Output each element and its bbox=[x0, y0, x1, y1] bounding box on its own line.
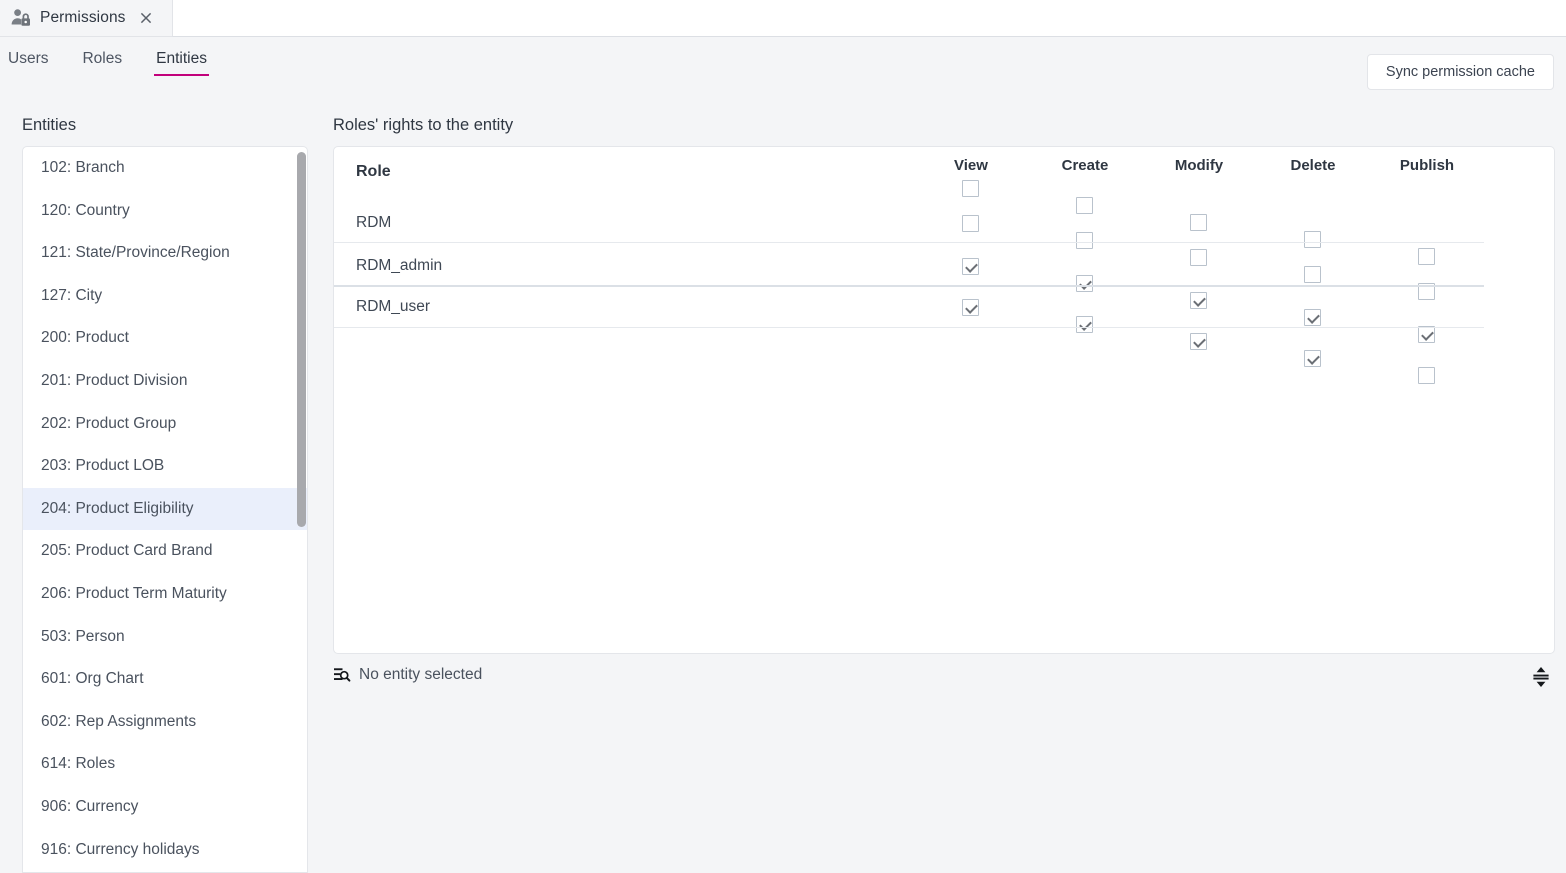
entity-list-item[interactable]: 121: State/Province/Region bbox=[23, 232, 307, 275]
row-separator bbox=[334, 327, 1484, 328]
role-name-cell: RDM_user bbox=[356, 298, 431, 315]
entity-list-item[interactable]: 916: Currency holidays bbox=[23, 829, 307, 872]
tab-roles[interactable]: Roles bbox=[82, 50, 122, 76]
entity-list-item[interactable]: 203: Product LOB bbox=[23, 445, 307, 488]
entity-list-item-label: 202: Product Group bbox=[41, 414, 177, 432]
table-row[interactable]: RDM_admin bbox=[334, 246, 1554, 343]
column-header-label: Modify bbox=[1174, 157, 1224, 174]
entity-list-item[interactable]: 127: City bbox=[23, 275, 307, 318]
app-tab-title: Permissions bbox=[40, 9, 126, 26]
entity-list-item-label: 121: State/Province/Region bbox=[41, 244, 230, 262]
permission-checkbox-view[interactable] bbox=[962, 215, 979, 232]
row-separator bbox=[334, 242, 1484, 243]
vertical-resize-icon[interactable] bbox=[1531, 666, 1551, 688]
entity-list-item[interactable]: 202: Product Group bbox=[23, 403, 307, 446]
tab-users[interactable]: Users bbox=[8, 50, 48, 76]
entity-list-item-label: 205: Product Card Brand bbox=[41, 542, 213, 560]
entity-list-item[interactable]: 205: Product Card Brand bbox=[23, 530, 307, 573]
tab-users-label: Users bbox=[8, 50, 49, 67]
column-header-role: Role bbox=[356, 163, 391, 180]
entity-list-item[interactable]: 614: Roles bbox=[23, 743, 307, 786]
permission-checkbox-modify[interactable] bbox=[1190, 333, 1207, 350]
entity-list-item-label: 127: City bbox=[41, 286, 103, 304]
entity-list-item[interactable]: 201: Product Division bbox=[23, 360, 307, 403]
status-bar-text: No entity selected bbox=[359, 666, 483, 683]
entity-list-item[interactable]: 102: Branch bbox=[23, 147, 307, 190]
window-tab-strip: Permissions bbox=[0, 0, 1566, 37]
column-header-label: Create bbox=[1061, 157, 1109, 174]
entity-list-item[interactable]: 601: Org Chart bbox=[23, 658, 307, 701]
close-icon[interactable] bbox=[138, 10, 154, 26]
tab-entities[interactable]: Entities bbox=[154, 50, 209, 76]
entity-list-item-label: 102: Branch bbox=[41, 159, 125, 176]
column-header-create: Create bbox=[1025, 157, 1145, 174]
permission-checkbox-view[interactable] bbox=[962, 299, 979, 316]
column-header-label: Publish bbox=[1399, 157, 1455, 174]
table-row[interactable]: RDM bbox=[334, 203, 1554, 300]
roles-rights-panel: Role View Create Modify Delete Publish RDM RD… bbox=[333, 146, 1555, 654]
entity-list-item-label: 203: Product LOB bbox=[41, 457, 165, 475]
entity-list-item[interactable]: 206: Product Term Maturity bbox=[23, 573, 307, 616]
entities-list[interactable]: 102: Branch 120: Country 121: State/Provin… bbox=[23, 147, 307, 872]
find-entity-icon bbox=[334, 668, 351, 682]
tab-strip-filler bbox=[172, 0, 1566, 37]
entity-list-item-label: 120: Country bbox=[41, 201, 130, 219]
entity-list-item-label: 601: Org Chart bbox=[41, 670, 144, 688]
entity-list-item[interactable]: 200: Product bbox=[23, 317, 307, 360]
entity-list-item-label: 503: Person bbox=[41, 627, 125, 645]
table-header-row: Role View Create Modify Delete Publish bbox=[334, 147, 1554, 265]
tab-roles-label: Roles bbox=[82, 50, 123, 67]
entity-list-item-label: 200: Product bbox=[41, 329, 129, 347]
entity-list-item[interactable]: 120: Country bbox=[23, 190, 307, 233]
entity-list-item[interactable]: 602: Rep Assignments bbox=[23, 701, 307, 744]
entities-list-panel: 102: Branch 120: Country 121: State/Provin… bbox=[22, 146, 308, 873]
app-tab-permissions[interactable]: Permissions bbox=[0, 0, 166, 36]
entity-list-item[interactable]: 204: Product Eligibility bbox=[23, 487, 307, 531]
table-row[interactable]: RDM_user bbox=[334, 287, 1554, 384]
status-bar: No entity selected bbox=[333, 666, 1555, 692]
column-header-delete: Delete bbox=[1253, 157, 1373, 174]
entities-heading: Entities bbox=[22, 116, 77, 134]
column-header-view: View bbox=[911, 157, 1031, 174]
entity-list-item[interactable]: 906: Currency bbox=[23, 786, 307, 829]
permission-checkbox-publish[interactable] bbox=[1418, 326, 1435, 343]
section-tabs: Users Roles Entities bbox=[0, 50, 241, 90]
sync-permission-cache-button[interactable]: Sync permission cache bbox=[1366, 54, 1554, 90]
column-header-label: Delete bbox=[1290, 157, 1336, 174]
entity-list-item-label: 206: Product Term Maturity bbox=[41, 584, 227, 602]
user-lock-icon bbox=[11, 9, 30, 26]
status-message: No entity selected bbox=[333, 666, 482, 684]
permission-checkbox-publish[interactable] bbox=[1418, 367, 1435, 384]
tab-entities-label: Entities bbox=[156, 50, 207, 67]
permission-checkbox-delete[interactable] bbox=[1304, 350, 1321, 367]
permission-checkbox-view[interactable] bbox=[962, 258, 979, 275]
select-all-checkbox-view[interactable] bbox=[962, 180, 979, 197]
column-header-modify: Modify bbox=[1139, 157, 1259, 174]
sync-permission-cache-label: Sync permission cache bbox=[1385, 64, 1535, 80]
entity-list-item-label: 614: Roles bbox=[41, 755, 116, 773]
entity-list-item-label: 602: Rep Assignments bbox=[41, 712, 197, 730]
entity-list-item[interactable]: 503: Person bbox=[23, 616, 307, 659]
column-header-publish: Publish bbox=[1367, 157, 1487, 174]
entity-list-item-label: 201: Product Division bbox=[41, 371, 188, 389]
column-header-label: View bbox=[954, 157, 988, 174]
roles-rights-table: Role View Create Modify Delete Publish RDM RD… bbox=[334, 147, 1554, 384]
entity-list-item-label: 906: Currency bbox=[41, 797, 139, 815]
role-name-cell: RDM bbox=[356, 214, 392, 231]
entity-list-item-label: 916: Currency holidays bbox=[41, 840, 200, 858]
role-name-cell: RDM_admin bbox=[356, 257, 443, 274]
permission-checkbox-create[interactable] bbox=[1076, 316, 1093, 333]
roles-rights-heading: Roles' rights to the entity bbox=[333, 116, 514, 134]
entity-list-item-label: 204: Product Eligibility bbox=[41, 499, 194, 517]
entities-list-scrollbar[interactable] bbox=[297, 152, 306, 527]
